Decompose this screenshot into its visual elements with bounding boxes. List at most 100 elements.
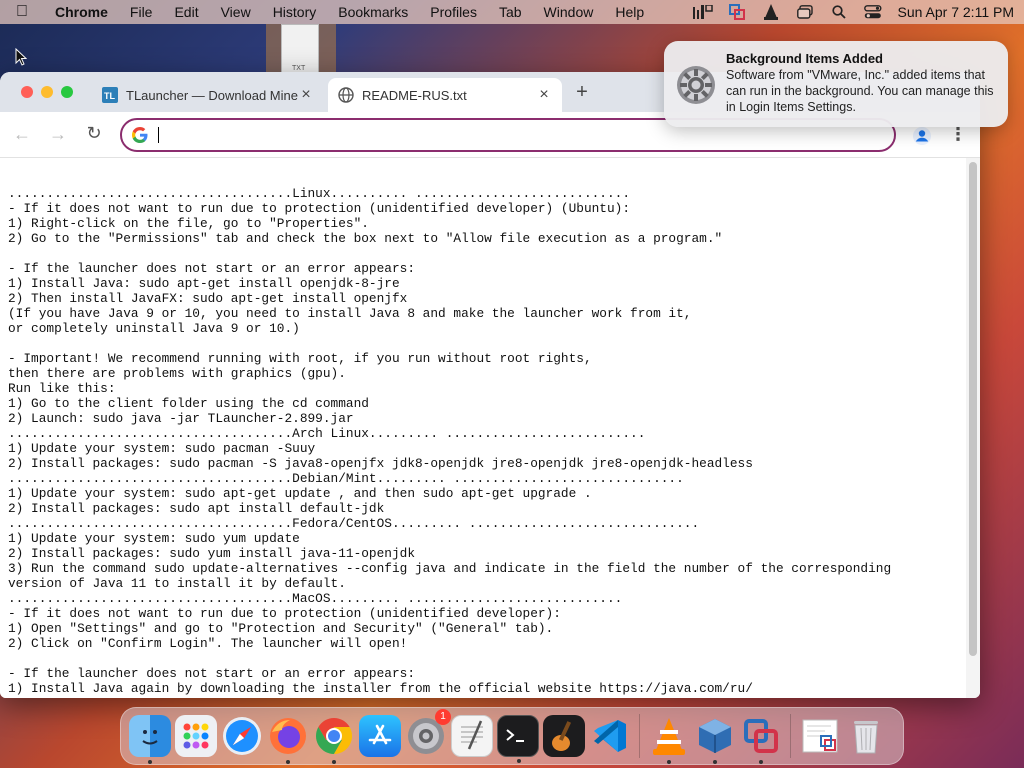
- menu-bookmarks[interactable]: Bookmarks: [327, 4, 419, 20]
- desktop-file-icon[interactable]: TXT: [266, 24, 336, 76]
- menu-edit[interactable]: Edit: [163, 4, 209, 20]
- terminal-icon[interactable]: [497, 715, 539, 763]
- vlc-menu-icon[interactable]: [754, 0, 788, 24]
- readme-text: .....................................Lin…: [0, 158, 966, 696]
- trash-icon[interactable]: [845, 715, 887, 757]
- text-file-content: .....................................Lin…: [0, 158, 966, 698]
- forward-button[interactable]: →: [40, 124, 76, 145]
- text-line: 1) Update your system: sudo yum update: [8, 531, 300, 546]
- window-zoom-button[interactable]: [61, 86, 73, 98]
- menu-help[interactable]: Help: [604, 4, 655, 20]
- text-line: .....................................Deb…: [8, 471, 684, 486]
- spotlight-search-icon[interactable]: [822, 0, 856, 24]
- app-store-icon[interactable]: [359, 715, 401, 757]
- menu-file[interactable]: File: [119, 4, 164, 20]
- profile-avatar-icon[interactable]: [912, 126, 932, 146]
- close-tab-icon[interactable]: ×: [298, 86, 314, 104]
- notification-text: Background Items Added Software from "VM…: [726, 51, 996, 117]
- menu-window[interactable]: Window: [533, 4, 605, 20]
- text-line: 1) Open "Settings" and go to "Protection…: [8, 621, 554, 636]
- notification-badge: 1: [435, 709, 451, 725]
- window-overlap-icon[interactable]: [788, 0, 822, 24]
- menu-view[interactable]: View: [210, 4, 262, 20]
- text-line: 2) Then install JavaFX: sudo apt-get ins…: [8, 291, 408, 306]
- notification-body: Software from "VMware, Inc." added items…: [726, 68, 994, 114]
- text-line: Run like this:: [8, 381, 116, 396]
- textedit-icon[interactable]: [451, 715, 493, 757]
- launchpad-icon[interactable]: [175, 715, 217, 757]
- text-line: 2) Install packages: sudo yum install ja…: [8, 546, 416, 561]
- new-tab-button[interactable]: +: [570, 80, 594, 104]
- menu-bar-tray: Sun Apr 7 2:11 PM: [686, 0, 1024, 24]
- vlc-icon[interactable]: [648, 715, 690, 764]
- text-line: (If you have Java 9 or 10, you need to i…: [8, 306, 692, 321]
- text-document-icon: TXT: [281, 24, 319, 74]
- tab-readme-rus[interactable]: README-RUS.txt ×: [328, 78, 562, 112]
- text-line: 1) Right-click on the file, go to "Prope…: [8, 216, 369, 231]
- text-line: or completely uninstall Java 9 or 10.): [8, 321, 300, 336]
- scrollbar-thumb[interactable]: [969, 162, 977, 656]
- desktop-file-label: TXT: [292, 65, 306, 72]
- text-line: .....................................Mac…: [8, 591, 623, 606]
- text-line: 1) Update your system: sudo apt-get upda…: [8, 486, 592, 501]
- virtualbox-icon[interactable]: [694, 715, 736, 764]
- dock-separator: [790, 714, 791, 758]
- tab-title: README-RUS.txt: [362, 87, 467, 103]
- text-line: - If it does not want to run due to prot…: [8, 201, 631, 216]
- vmware-fusion-icon[interactable]: [740, 715, 782, 764]
- globe-icon: [338, 87, 354, 103]
- system-settings-icon[interactable]: 1: [405, 709, 451, 757]
- menu-profiles[interactable]: Profiles: [419, 4, 488, 20]
- omnibox-input[interactable]: [159, 127, 894, 143]
- chrome-icon[interactable]: [313, 715, 355, 764]
- text-line: .....................................Lin…: [8, 186, 631, 201]
- dock: 1: [120, 707, 904, 765]
- dock-separator: [639, 714, 640, 758]
- menu-app-name[interactable]: Chrome: [44, 4, 119, 20]
- text-line: - If the launcher does not start or an e…: [8, 666, 416, 681]
- window-close-button[interactable]: [21, 86, 33, 98]
- text-line: 2) Install packages: sudo apt install de…: [8, 501, 385, 516]
- text-line: 2) Install packages: sudo pacman -S java…: [8, 456, 753, 471]
- svg-text:TL: TL: [104, 91, 115, 101]
- text-line: 2) Go to the "Permissions" tab and check…: [8, 231, 723, 246]
- control-center-icon[interactable]: [856, 0, 890, 24]
- text-line: version of Java 11 to install it by defa…: [8, 576, 346, 591]
- text-line: - If it does not want to run due to prot…: [8, 606, 561, 621]
- garageband-icon[interactable]: [543, 715, 585, 757]
- text-line: 2) Click on "Confirm Login". The launche…: [8, 636, 408, 651]
- firefox-icon[interactable]: [267, 715, 309, 764]
- menu-bar:  Chrome File Edit View History Bookmark…: [0, 0, 1024, 24]
- more-menu-icon[interactable]: ⋮: [948, 124, 968, 146]
- menu-tab[interactable]: Tab: [488, 4, 533, 20]
- vscode-icon[interactable]: [589, 715, 631, 757]
- safari-icon[interactable]: [221, 715, 263, 757]
- tlauncher-icon: TL: [102, 87, 118, 103]
- vertical-scrollbar[interactable]: [966, 158, 980, 698]
- apple-menu-icon[interactable]: : [0, 3, 44, 21]
- text-line: 1) Update your system: sudo pacman -Suuy: [8, 441, 316, 456]
- text-line: 1) Install Java again by downloading the…: [8, 681, 753, 696]
- text-line: then there are problems with graphics (g…: [8, 366, 346, 381]
- stats-menu-icon[interactable]: [686, 0, 720, 24]
- text-line: .....................................Arc…: [8, 426, 646, 441]
- google-icon: [132, 127, 148, 143]
- downloads-stack-icon[interactable]: [799, 715, 841, 757]
- finder-icon[interactable]: [129, 715, 171, 764]
- close-tab-icon[interactable]: ×: [536, 86, 552, 104]
- window-minimize-button[interactable]: [41, 86, 53, 98]
- menu-history[interactable]: History: [262, 4, 328, 20]
- system-settings-gear-icon: [676, 65, 716, 105]
- menu-bar-clock[interactable]: Sun Apr 7 2:11 PM: [890, 4, 1014, 20]
- tab-tlauncher[interactable]: TL TLauncher — Download Minecraft ×: [92, 78, 324, 112]
- text-line: 1) Install Java: sudo apt-get install op…: [8, 276, 400, 291]
- text-line: 3) Run the command sudo update-alternati…: [8, 561, 892, 576]
- reload-button[interactable]: ↻: [76, 123, 112, 144]
- back-button[interactable]: ←: [4, 124, 40, 145]
- notification-title: Background Items Added: [726, 51, 883, 66]
- text-line: 1) Go to the client folder using the cd …: [8, 396, 369, 411]
- mouse-pointer-icon: [15, 47, 28, 71]
- vmware-menu-icon[interactable]: [720, 0, 754, 24]
- background-items-notification[interactable]: Background Items Added Software from "VM…: [664, 41, 1008, 127]
- text-line: - Important! We recommend running with r…: [8, 351, 592, 366]
